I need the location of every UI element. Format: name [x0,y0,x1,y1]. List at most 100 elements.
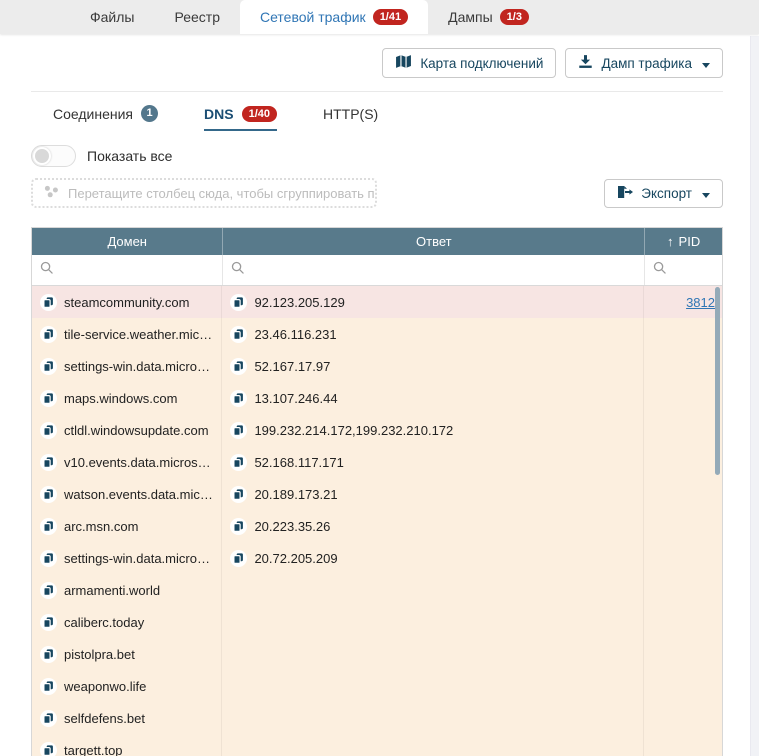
column-header-answer[interactable]: Ответ [222,228,644,255]
table-row[interactable]: maps.windows.com13.107.246.44 [32,382,722,414]
copy-icon[interactable] [230,390,247,407]
tab-files[interactable]: Файлы [70,0,154,34]
export-icon [617,185,633,202]
copy-icon[interactable] [40,422,57,439]
subtab-badge: 1/40 [242,106,277,122]
table-row[interactable]: watson.events.data.mic…20.189.173.21 [32,478,722,510]
copy-icon[interactable] [40,390,57,407]
domain-cell: caliberc.today [32,606,222,638]
table-row[interactable]: ctldl.windowsupdate.com 199.232.214.172,1… [32,414,722,446]
show-all-toggle[interactable] [31,145,76,167]
pid-cell [644,574,722,606]
connection-map-button[interactable]: Карта подключений [382,48,556,78]
copy-icon[interactable] [230,422,247,439]
answer-cell [222,574,644,606]
domain-text: arc.msn.com [64,519,138,534]
answer-cell [222,670,644,702]
column-header-pid[interactable]: ↑ PID [644,228,722,255]
table-row[interactable]: weaponwo.life [32,670,722,702]
table-row[interactable]: selfdefens.bet [32,702,722,734]
tab-label: Реестр [174,9,220,25]
domain-cell: targett.top [32,734,222,756]
subtab-https[interactable]: HTTP(S) [323,105,378,131]
copy-icon[interactable] [230,518,247,535]
copy-icon[interactable] [40,294,57,311]
domain-cell: tile-service.weather.mic… [32,318,222,350]
copy-icon[interactable] [230,326,247,343]
copy-icon[interactable] [230,486,247,503]
map-icon [395,54,412,72]
answer-cell: 20.223.35.26 [222,510,644,542]
table-row[interactable]: settings-win.data.micro…20.72.205.209 [32,542,722,574]
answer-text: 199.232.214.172,199.232.210.172 [254,423,453,438]
copy-icon[interactable] [40,678,57,695]
copy-icon[interactable] [40,614,57,631]
answer-text: 52.168.117.171 [254,455,343,470]
group-export-row: Перетащите столбец сюда, чтобы сгруппиро… [31,178,723,208]
copy-icon[interactable] [40,582,57,599]
subtab-label: DNS [204,106,234,122]
domain-text: settings-win.data.micro… [64,359,210,374]
copy-icon[interactable] [40,710,57,727]
tab-network-traffic[interactable]: Сетевой трафик 1/41 [240,0,428,34]
group-dropzone[interactable]: Перетащите столбец сюда, чтобы сгруппиро… [31,178,377,208]
domain-text: tile-service.weather.mic… [64,327,212,342]
table-row[interactable]: armamenti.world [32,574,722,606]
chevron-down-icon [702,186,710,201]
filter-pid-input[interactable] [644,255,722,285]
copy-icon[interactable] [40,518,57,535]
copy-icon[interactable] [230,358,247,375]
answer-text: 52.167.17.97 [254,359,330,374]
copy-icon[interactable] [40,326,57,343]
filter-answer-input[interactable] [222,255,644,285]
page-scrollbar-track[interactable] [750,36,759,756]
table-row[interactable]: steamcommunity.com92.123.205.1293812 [32,286,722,318]
tab-badge: 1/3 [500,9,529,25]
domain-text: settings-win.data.micro… [64,551,210,566]
table-row[interactable]: arc.msn.com 20.223.35.26 [32,510,722,542]
copy-icon[interactable] [40,486,57,503]
answer-cell: 52.167.17.97 [222,350,644,382]
chevron-down-icon [702,56,710,71]
copy-icon[interactable] [40,358,57,375]
toggle-knob [33,147,51,165]
domain-cell: ctldl.windowsupdate.com [32,414,222,446]
app-root: Файлы Реестр Сетевой трафик 1/41 Дампы1/3 Ка… [0,0,759,756]
tab-dumps[interactable]: Дампы1/3 [428,0,549,34]
pid-cell [644,446,722,478]
table-scrollbar-thumb[interactable] [715,287,720,475]
copy-icon[interactable] [40,742,57,756]
table-row[interactable]: caliberc.today [32,606,722,638]
pid-cell [644,510,722,542]
tab-registry[interactable]: Реестр [154,0,240,34]
table-row[interactable]: tile-service.weather.mic…23.46.116.231 [32,318,722,350]
copy-icon[interactable] [40,454,57,471]
copy-icon[interactable] [40,646,57,663]
answer-text: 20.223.35.26 [254,519,330,534]
domain-cell: armamenti.world [32,574,222,606]
table-row[interactable]: pistolpra.bet [32,638,722,670]
subtab-label: HTTP(S) [323,106,378,122]
domain-cell: weaponwo.life [32,670,222,702]
pid-cell [644,606,722,638]
traffic-dump-button[interactable]: Дамп трафика [565,48,723,78]
table-header: ДоменОтвет ↑ PID [32,228,722,255]
column-header-domain[interactable]: Домен [32,228,222,255]
copy-icon[interactable] [40,550,57,567]
table-row[interactable]: settings-win.data.micro… 52.167.17.97 [32,350,722,382]
subtab-dns[interactable]: DNS 1/40 [204,105,277,131]
column-label: PID [679,234,701,249]
export-button[interactable]: Экспорт [604,179,723,208]
copy-icon[interactable] [230,550,247,567]
pid-link[interactable]: 3812 [686,295,715,310]
pid-cell [644,350,722,382]
copy-icon[interactable] [230,454,247,471]
table-row[interactable]: v10.events.data.micros…52.168.117.171 [32,446,722,478]
tab-badge: 1/41 [373,9,408,25]
subtab-connections[interactable]: Соединения1 [53,105,158,131]
sort-asc-icon: ↑ [667,234,674,249]
copy-icon[interactable] [230,294,247,311]
filter-domain-input[interactable] [32,255,222,285]
tab-label: Сетевой трафик [260,9,366,25]
table-row[interactable]: targett.top [32,734,722,756]
